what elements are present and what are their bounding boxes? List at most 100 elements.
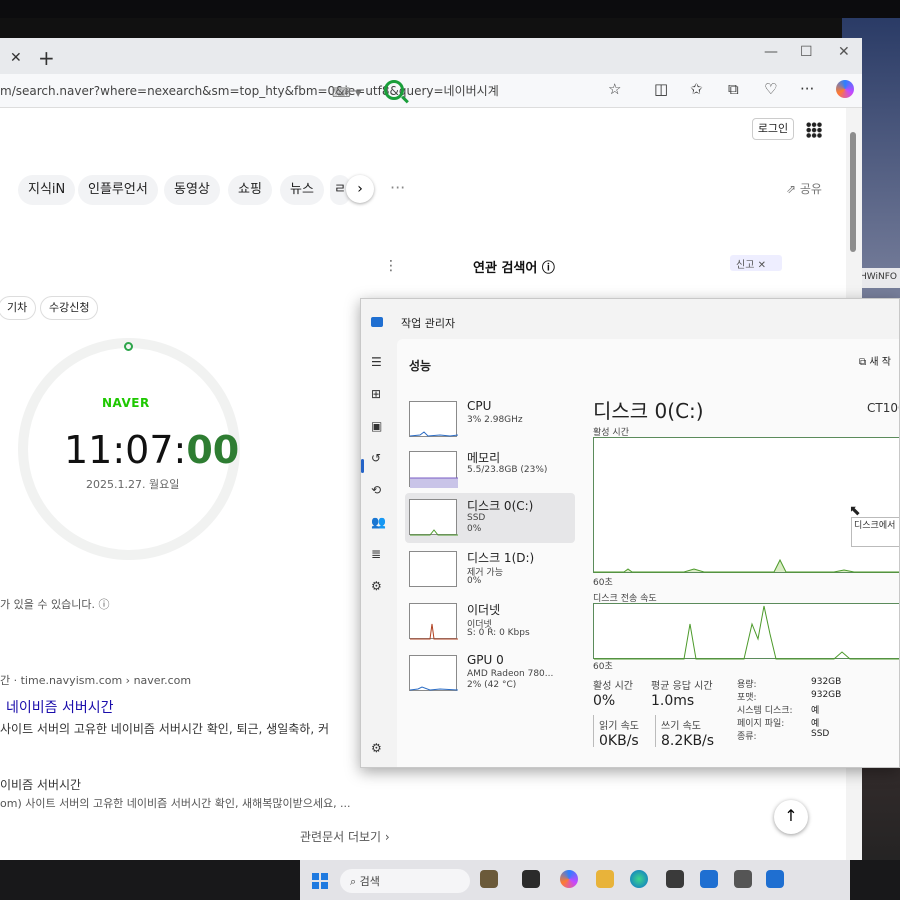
help-icon[interactable]: ⓘ (542, 261, 555, 276)
more-tabs-icon[interactable]: ··· (390, 178, 405, 197)
tab-knowledge[interactable]: 지식iN (18, 175, 76, 205)
file-explorer-icon[interactable] (596, 870, 614, 888)
disk-title: 디스크 0(C:) (593, 399, 704, 423)
task-manager-title: 작업 관리자 (401, 317, 456, 330)
share-icon: ⇗ (786, 182, 800, 196)
minimize-icon[interactable]: — (764, 44, 778, 60)
services-icon[interactable]: ⚙ (371, 579, 382, 593)
close-window-icon[interactable]: ✕ (838, 44, 850, 60)
widgets-icon[interactable] (480, 870, 498, 888)
divider-read (593, 715, 594, 747)
outlook-icon[interactable] (700, 870, 718, 888)
resource-disk-0[interactable]: 디스크 0(C:) SSD 0% (405, 493, 575, 543)
apps-grid-icon[interactable] (806, 122, 822, 138)
kebab-menu-icon[interactable]: ⋮ (384, 258, 398, 274)
resource-ethernet[interactable]: 이더넷 이더넷 S: 0 R: 0 Kbps (405, 597, 575, 647)
startup-apps-icon[interactable]: ⟲ (371, 483, 381, 497)
more-docs-link[interactable]: 관련문서 더보기 › (300, 828, 390, 845)
resource-cpu[interactable]: CPU 3% 2.98GHz (405, 395, 575, 445)
tab-video[interactable]: 동영상 (164, 175, 220, 205)
disk-model: CT100 (867, 401, 899, 415)
tab-news[interactable]: 뉴스 (280, 175, 324, 205)
users-icon[interactable]: 👥 (371, 515, 386, 529)
prop-pagefile-label: 페이지 파일: (737, 719, 785, 729)
favorites-icon[interactable]: ✩ (690, 80, 703, 98)
share-button[interactable]: ⇗ 공유 (786, 180, 822, 197)
prop-pagefile-value: 예 (811, 719, 820, 729)
maximize-icon[interactable]: ☐ (800, 44, 813, 60)
read-speed-value: 0KB/s (599, 733, 639, 749)
more-menu-icon[interactable]: ··· (800, 80, 814, 98)
gpu-thumbnail (409, 655, 459, 691)
graph-tooltip: 디스크에서 리하는 시 (851, 517, 899, 547)
write-speed-label: 쓰기 속도 (661, 721, 701, 732)
tab-influencer[interactable]: 인플루언서 (78, 175, 158, 205)
prop-format-value: 932GB (811, 690, 842, 700)
processes-icon[interactable]: ⊞ (371, 387, 381, 401)
tab-shopping[interactable]: 쇼핑 (228, 175, 272, 205)
scroll-to-top-button[interactable]: ↑ (774, 800, 808, 834)
store-icon[interactable] (666, 870, 684, 888)
active-time-stat-label: 활성 시간 (593, 681, 633, 692)
windows-start-icon[interactable] (312, 873, 328, 889)
chip-train[interactable]: 기차 (0, 296, 37, 320)
chip-course-registration[interactable]: 수강신청 (40, 296, 99, 320)
app-history-icon[interactable]: ↺ (371, 451, 381, 465)
new-tab-icon[interactable]: + (38, 46, 55, 70)
prop-format-label: 포맷: (737, 693, 757, 703)
task-view-icon[interactable] (522, 870, 540, 888)
result-title-2[interactable]: 이비즘 서버시간 (0, 776, 81, 793)
active-indicator (361, 459, 364, 473)
scroll-thumb[interactable] (850, 132, 856, 252)
task-manager-taskbar-icon[interactable] (766, 870, 784, 888)
resource-gpu[interactable]: GPU 0 AMD Radeon 780... 2% (42 °C) (405, 649, 575, 699)
memory-thumbnail (409, 451, 458, 488)
cpu-thumbnail (409, 401, 459, 437)
login-button[interactable]: 로그인 (752, 118, 794, 140)
prop-type-value: SSD (811, 729, 830, 739)
resource-memory[interactable]: 메모리 5.5/23.8GB (23%) (405, 445, 575, 495)
report-badge[interactable]: 신고 ✕ (730, 255, 782, 271)
ethernet-thumbnail (409, 603, 458, 640)
result-desc-2: om) 사이트 서버의 고유한 네이비즘 서버시간 확인, 새해복많이받으세요,… (0, 797, 351, 810)
hamburger-menu-icon[interactable]: ☰ (371, 355, 382, 369)
prop-system-disk-value: 예 (811, 706, 820, 716)
screen-bezel (0, 0, 900, 18)
keyboard-icon[interactable]: ⌨ ▾ (332, 86, 361, 101)
favorite-star-icon[interactable]: ☆ (608, 80, 621, 98)
collections-icon[interactable]: ⧉ (728, 80, 739, 98)
performance-icon[interactable]: ▣ (371, 419, 382, 433)
browser-essentials-icon[interactable]: ♡ (764, 80, 777, 98)
response-time-value: 1.0ms (651, 693, 695, 709)
active-time-axis-label: 60초 (593, 578, 613, 588)
performance-heading: 성능 (409, 359, 432, 373)
prop-type-label: 종류: (737, 732, 757, 742)
clock-time: 11:07:00 (64, 428, 240, 472)
hwinfo-window-edge[interactable]: HWiNFO (858, 268, 900, 288)
details-icon[interactable]: ≣ (371, 547, 381, 561)
close-tab-icon[interactable]: ✕ (10, 50, 22, 66)
resource-disk-1[interactable]: 디스크 1(D:) 제거 가능 0% (405, 545, 575, 595)
url-text[interactable]: m/search.naver?where=nexearch&sm=top_hty… (0, 82, 499, 99)
result-breadcrumb[interactable]: 간 · time.navyism.com › naver.com (0, 672, 191, 688)
copilot-icon[interactable] (836, 80, 854, 98)
tabs-next-arrow-icon[interactable]: › (346, 175, 374, 203)
split-screen-icon[interactable]: ◫ (654, 80, 668, 98)
copilot-taskbar-icon[interactable] (560, 870, 578, 888)
info-icon[interactable]: ⓘ (98, 598, 109, 611)
settings-icon[interactable]: ⚙ (371, 741, 382, 755)
edge-browser-icon[interactable] (630, 870, 648, 888)
prop-capacity-value: 932GB (811, 677, 842, 687)
search-icon[interactable] (384, 80, 404, 100)
tab-bar: ✕ + — ☐ ✕ (0, 38, 862, 74)
transfer-axis-label: 60초 (593, 662, 613, 672)
result-title-1[interactable]: 네이비즘 서버시간 (6, 697, 114, 717)
app-icon[interactable] (734, 870, 752, 888)
task-manager-titlebar[interactable]: 작업 관리자 (361, 299, 899, 339)
disk0-thumbnail (409, 499, 458, 536)
divider-write (655, 715, 656, 747)
result-desc-1: 사이트 서버의 고유한 네이비즘 서버시간 확인, 퇴근, 생일축하, 커 (0, 722, 330, 736)
read-speed-label: 읽기 속도 (599, 721, 639, 732)
run-new-task-button[interactable]: ⧉ 새 작 (859, 353, 891, 368)
taskbar-search[interactable]: ⌕ 검색 (340, 869, 470, 893)
